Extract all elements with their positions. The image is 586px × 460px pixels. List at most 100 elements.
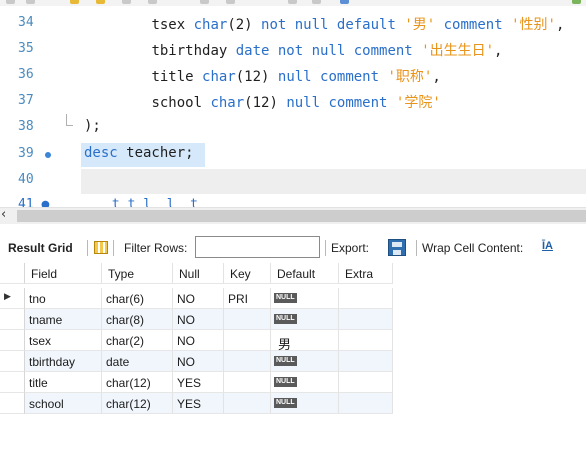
cell-extra[interactable] <box>339 330 393 351</box>
toolbar-icon[interactable] <box>6 0 15 4</box>
cell-type[interactable]: char(8) <box>102 309 173 330</box>
code-line: 37 school char(12) null comment '学院' <box>0 88 586 114</box>
cell-null[interactable]: YES <box>173 393 224 414</box>
cell-key[interactable] <box>224 330 271 351</box>
toolbar-icon[interactable] <box>122 0 131 4</box>
cell-type[interactable]: char(12) <box>102 393 173 414</box>
sql-editor[interactable]: 34 tsex char(2) not null default '男' com… <box>0 0 586 207</box>
column-header-null[interactable]: Null <box>173 263 224 284</box>
scrollbar-thumb[interactable] <box>17 210 586 222</box>
cell-extra[interactable] <box>339 372 393 393</box>
cell-field[interactable]: title <box>25 372 102 393</box>
scroll-left-icon[interactable]: ‹ <box>1 207 6 222</box>
toolbar-separator <box>416 240 417 256</box>
cell-default[interactable]: 男 <box>271 330 339 352</box>
cell-type[interactable]: char(2) <box>102 330 173 351</box>
code-line: 35 tbirthday date not null comment '出生生日… <box>0 36 586 62</box>
cell-default[interactable]: NULL <box>271 372 339 393</box>
cell-null[interactable]: NO <box>173 288 224 309</box>
cell-field[interactable]: tname <box>25 309 102 330</box>
toolbar-icon[interactable] <box>340 0 349 4</box>
line-number: 39 <box>18 146 34 161</box>
code-text: school char(12) null comment '学院' <box>151 95 441 111</box>
row-header-corner[interactable] <box>0 263 25 284</box>
row-header[interactable] <box>0 330 25 351</box>
cell-null[interactable]: YES <box>173 372 224 393</box>
line-number: 34 <box>18 15 34 30</box>
cell-key[interactable]: PRI <box>224 288 271 309</box>
line-number: 40 <box>18 172 34 187</box>
cell-null[interactable]: NO <box>173 330 224 351</box>
cell-type[interactable]: date <box>102 351 173 372</box>
cell-key[interactable] <box>224 372 271 393</box>
code-text: desc teacher; <box>84 145 194 161</box>
horizontal-scrollbar[interactable]: ‹ <box>0 207 586 224</box>
filter-rows-label: Filter Rows: <box>124 241 188 255</box>
row-header[interactable]: ▶ <box>0 288 25 309</box>
toolbar-separator <box>87 240 88 256</box>
toolbar-icon[interactable] <box>96 0 105 4</box>
code-line: 34 tsex char(2) not null default '男' com… <box>0 10 586 36</box>
null-badge: NULL <box>274 314 297 324</box>
code-line: 40 <box>0 167 586 193</box>
cell-null[interactable]: NO <box>173 351 224 372</box>
column-header-key[interactable]: Key <box>224 263 271 284</box>
line-number: 38 <box>18 119 34 134</box>
column-header-default[interactable]: Default <box>271 263 339 284</box>
null-badge: NULL <box>274 293 297 303</box>
result-grid-tab[interactable]: Result Grid <box>8 241 73 255</box>
cell-field[interactable]: tsex <box>25 330 102 351</box>
cell-field[interactable]: tno <box>25 288 102 309</box>
filter-rows-input[interactable] <box>195 236 320 258</box>
cell-key[interactable] <box>224 351 271 372</box>
cell-field[interactable]: tbirthday <box>25 351 102 372</box>
export-label: Export: <box>331 241 370 255</box>
column-header-field[interactable]: Field <box>25 263 102 284</box>
column-header-type[interactable]: Type <box>102 263 173 284</box>
cell-default[interactable]: NULL <box>271 393 339 414</box>
code-text: title char(12) null comment '职称', <box>151 69 441 85</box>
line-number: 37 <box>18 93 34 108</box>
result-toolbar: Result Grid Filter Rows: Export: Wrap Ce… <box>0 232 586 262</box>
toolbar-icon[interactable] <box>200 0 209 4</box>
code-line: 38 ); <box>0 114 586 140</box>
toolbar-icon[interactable] <box>226 0 235 4</box>
code-line: 36 title char(12) null comment '职称', <box>0 62 586 88</box>
toolbar-icon[interactable] <box>312 0 321 4</box>
cell-extra[interactable] <box>339 351 393 372</box>
toolbar-separator <box>113 240 114 256</box>
cell-key[interactable] <box>224 393 271 414</box>
cell-extra[interactable] <box>339 288 393 309</box>
toolbar-icon[interactable] <box>572 0 581 4</box>
fold-end-icon <box>66 114 73 126</box>
line-number: 36 <box>18 67 34 82</box>
wrap-text-icon[interactable]: ĪA <box>542 240 553 252</box>
editor-toolbar-strip <box>0 0 586 6</box>
code-text: tbirthday date not null comment '出生生日', <box>151 43 503 59</box>
toolbar-icon[interactable] <box>26 0 35 4</box>
cell-default[interactable]: NULL <box>271 288 339 309</box>
null-badge: NULL <box>274 377 297 387</box>
cell-field[interactable]: school <box>25 393 102 414</box>
toolbar-icon[interactable] <box>288 0 297 4</box>
toolbar-icon[interactable] <box>70 0 79 4</box>
row-header[interactable] <box>0 351 25 372</box>
grid-table-icon[interactable] <box>94 241 108 254</box>
cell-extra[interactable] <box>339 393 393 414</box>
cell-type[interactable]: char(6) <box>102 288 173 309</box>
save-export-icon[interactable] <box>388 239 406 256</box>
wrap-cell-content-label: Wrap Cell Content: <box>422 241 524 255</box>
row-header[interactable] <box>0 372 25 393</box>
cell-type[interactable]: char(12) <box>102 372 173 393</box>
cell-default[interactable]: NULL <box>271 351 339 372</box>
code-text: ); <box>84 118 101 134</box>
row-header[interactable] <box>0 393 25 414</box>
cell-key[interactable] <box>224 309 271 330</box>
row-header[interactable] <box>0 309 25 330</box>
cell-default[interactable]: NULL <box>271 309 339 330</box>
column-header-extra[interactable]: Extra <box>339 263 393 284</box>
cell-null[interactable]: NO <box>173 309 224 330</box>
toolbar-icon[interactable] <box>148 0 157 4</box>
current-row-pointer-icon: ▶ <box>4 292 11 302</box>
cell-extra[interactable] <box>339 309 393 330</box>
